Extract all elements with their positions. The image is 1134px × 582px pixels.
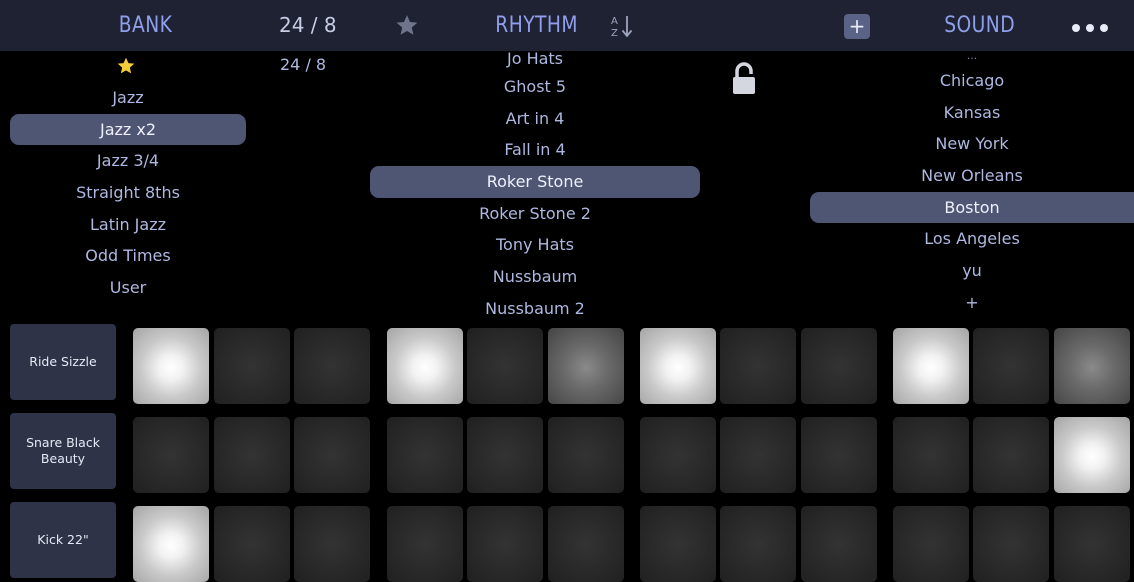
rhythm-item-tony-hats[interactable]: Tony Hats xyxy=(370,229,700,261)
step-pad[interactable] xyxy=(893,417,969,493)
step-pad[interactable] xyxy=(1054,328,1130,404)
time-signature-item[interactable]: 24 / 8 xyxy=(280,55,326,74)
time-signature-header[interactable]: 24 / 8 xyxy=(279,0,337,51)
step-pad[interactable] xyxy=(467,506,543,582)
favorites-star-icon[interactable] xyxy=(116,56,136,76)
step-pad[interactable] xyxy=(214,506,290,582)
step-pad[interactable] xyxy=(133,417,209,493)
track-label-snare-black-beauty[interactable]: Snare Black Beauty xyxy=(10,413,116,489)
bank-item-straight-8ths[interactable]: Straight 8ths xyxy=(10,177,246,209)
rhythm-item-roker-stone[interactable]: Roker Stone xyxy=(370,166,700,198)
sound-item-new-orleans[interactable]: New Orleans xyxy=(810,160,1134,192)
step-pad[interactable] xyxy=(387,328,463,404)
step-pad[interactable] xyxy=(640,328,716,404)
step-pad[interactable] xyxy=(893,328,969,404)
step-pad[interactable] xyxy=(294,506,370,582)
bank-item-odd-times[interactable]: Odd Times xyxy=(10,240,246,272)
track-label-ride-sizzle[interactable]: Ride Sizzle xyxy=(10,324,116,400)
step-pad[interactable] xyxy=(720,328,796,404)
rhythm-item-art-in-4[interactable]: Art in 4 xyxy=(370,103,700,135)
step-pad[interactable] xyxy=(133,506,209,582)
rhythm-item-ghost-5[interactable]: Ghost 5 xyxy=(370,71,700,103)
sound-list: Chicago Kansas New York New Orleans Bost… xyxy=(810,65,1134,319)
bank-list: Jazz Jazz x2 Jazz 3/4 Straight 8ths Lati… xyxy=(10,82,246,304)
rhythm-item-roker-stone-2[interactable]: Roker Stone 2 xyxy=(370,198,700,230)
sound-list-ellipsis: ... xyxy=(966,49,978,62)
rhythm-title[interactable]: RHYTHM xyxy=(495,0,578,51)
step-pad[interactable] xyxy=(548,417,624,493)
sound-item-chicago[interactable]: Chicago xyxy=(810,65,1134,97)
lock-icon[interactable] xyxy=(731,62,757,96)
svg-text:A: A xyxy=(611,16,618,27)
step-pad[interactable] xyxy=(294,328,370,404)
step-pad[interactable] xyxy=(214,417,290,493)
step-pad[interactable] xyxy=(801,417,877,493)
rhythm-item-nussbaum[interactable]: Nussbaum xyxy=(370,261,700,293)
add-button[interactable]: + xyxy=(844,14,870,39)
bank-item-user[interactable]: User xyxy=(10,272,246,304)
sound-title[interactable]: SOUND xyxy=(944,0,1015,51)
sound-item-new-york[interactable]: New York xyxy=(810,128,1134,160)
step-pad[interactable] xyxy=(387,417,463,493)
header-bar: BANK 24 / 8 RHYTHM A Z + SOUND xyxy=(0,0,1134,51)
more-dots-icon[interactable] xyxy=(1072,24,1122,32)
step-pad[interactable] xyxy=(640,506,716,582)
bank-item-latin-jazz[interactable]: Latin Jazz xyxy=(10,209,246,241)
step-pad[interactable] xyxy=(387,506,463,582)
rhythm-item-jo-hats[interactable]: Jo Hats xyxy=(370,47,700,71)
rhythm-list: Jo Hats Ghost 5 Art in 4 Fall in 4 Roker… xyxy=(370,47,700,325)
favorite-star-icon[interactable] xyxy=(394,13,420,38)
svg-text:Z: Z xyxy=(611,28,618,39)
step-pad[interactable] xyxy=(548,328,624,404)
step-pad[interactable] xyxy=(801,328,877,404)
step-pad[interactable] xyxy=(893,506,969,582)
bank-item-jazz[interactable]: Jazz xyxy=(10,82,246,114)
bank-title[interactable]: BANK xyxy=(119,0,173,51)
sound-item-yu[interactable]: yu xyxy=(810,255,1134,287)
sound-item-add[interactable]: + xyxy=(810,287,1134,319)
sound-item-kansas[interactable]: Kansas xyxy=(810,97,1134,129)
step-pad[interactable] xyxy=(720,417,796,493)
step-pad[interactable] xyxy=(214,328,290,404)
rhythm-item-nussbaum-2[interactable]: Nussbaum 2 xyxy=(370,293,700,325)
step-pad[interactable] xyxy=(801,506,877,582)
step-pad[interactable] xyxy=(467,328,543,404)
step-pad[interactable] xyxy=(640,417,716,493)
sound-item-boston[interactable]: Boston xyxy=(810,191,1134,224)
step-pad[interactable] xyxy=(1054,417,1130,493)
step-pad[interactable] xyxy=(548,506,624,582)
step-pad[interactable] xyxy=(973,328,1049,404)
step-pad[interactable] xyxy=(973,417,1049,493)
sort-a-z-icon[interactable]: A Z xyxy=(609,13,635,39)
step-pad[interactable] xyxy=(720,506,796,582)
rhythm-item-fall-in-4[interactable]: Fall in 4 xyxy=(370,134,700,166)
bank-item-jazz-x2[interactable]: Jazz x2 xyxy=(10,113,246,146)
sound-item-los-angeles[interactable]: Los Angeles xyxy=(810,223,1134,255)
step-pad[interactable] xyxy=(294,417,370,493)
bank-item-jazz-3-4[interactable]: Jazz 3/4 xyxy=(10,145,246,177)
step-pad[interactable] xyxy=(1054,506,1130,582)
step-pad[interactable] xyxy=(133,328,209,404)
track-label-kick-22[interactable]: Kick 22" xyxy=(10,502,116,578)
step-pad[interactable] xyxy=(467,417,543,493)
step-pad[interactable] xyxy=(973,506,1049,582)
